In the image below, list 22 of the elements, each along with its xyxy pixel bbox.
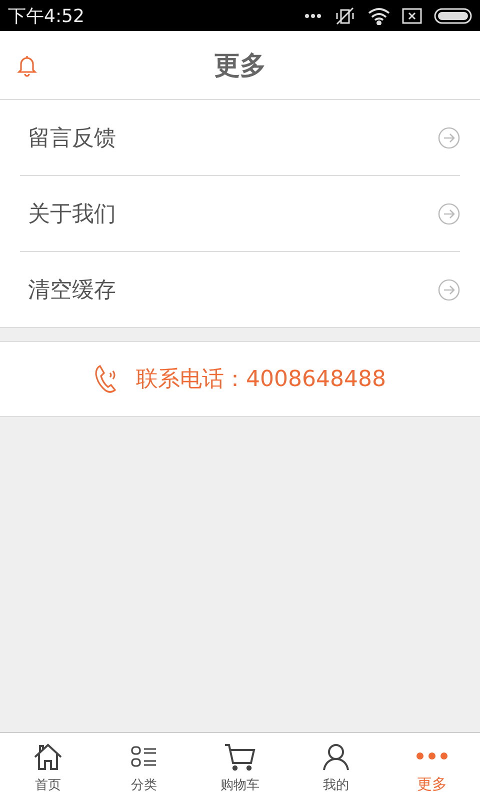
tab-item[interactable]: 首页 (0, 733, 96, 800)
arrow-right-icon (438, 126, 460, 148)
vibrate-off-icon (334, 6, 356, 26)
menu-item[interactable]: 关于我们 (20, 176, 460, 252)
tab-item[interactable]: 分类 (96, 733, 192, 800)
menu-item[interactable]: 清空缓存 (20, 252, 460, 327)
arrow-right-icon (438, 278, 460, 300)
sim-icon (402, 8, 422, 24)
wifi-icon (368, 6, 390, 24)
tab-item[interactable]: 购物车 (192, 733, 288, 800)
more-icon (415, 751, 449, 761)
battery-icon (434, 8, 472, 24)
home-icon (33, 743, 63, 771)
menu-item[interactable]: 留言反馈 (20, 100, 460, 176)
cart-icon (224, 743, 256, 771)
more-dots-icon (304, 12, 322, 18)
page-title: 更多 (214, 50, 266, 82)
bell-icon[interactable] (17, 55, 37, 77)
status-time: 下午4:52 (8, 4, 84, 28)
user-icon (322, 743, 350, 771)
arrow-right-icon (438, 202, 460, 224)
tab-item[interactable]: 我的 (288, 733, 384, 800)
